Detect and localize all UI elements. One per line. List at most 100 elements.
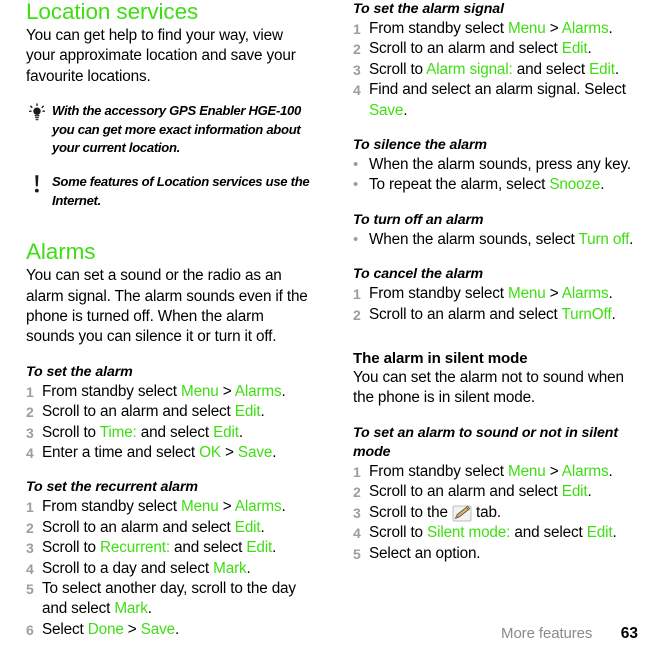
procedure-step: 2 Scroll to an alarm and select Edit. <box>26 518 315 538</box>
ui-term: Edit <box>234 518 261 536</box>
step-text: . <box>587 40 592 58</box>
procedure-steps: 1 From standby select Menu > Alarms. 2 Scro… <box>353 19 642 121</box>
step-text: Scroll to an alarm and select <box>369 483 562 501</box>
silent-mode-intro: You can set the alarm not to sound when … <box>353 369 624 407</box>
step-text: . <box>600 176 605 194</box>
procedure-step: 2 Scroll to an alarm and select Edit. <box>353 482 642 502</box>
step-number: 3 <box>26 424 34 441</box>
footer-chapter-name: More features <box>501 625 593 642</box>
step-text: From standby select <box>369 20 508 37</box>
step-number: 2 <box>353 484 361 501</box>
procedure-steps: 1 From standby select Menu > Alarms. 2 Scro… <box>353 284 642 325</box>
bullet-marker: • <box>353 230 359 248</box>
ui-term: Menu <box>180 382 219 400</box>
procedure-step: 2 Scroll to an alarm and select TurnOff. <box>353 305 642 325</box>
step-text: tab. <box>471 503 501 521</box>
ui-term: Edit <box>589 60 615 78</box>
ui-term: Edit <box>213 423 239 441</box>
step-number: 1 <box>353 21 361 37</box>
ui-term: Edit <box>246 539 273 557</box>
ui-term: Menu <box>507 20 546 37</box>
step-number: 1 <box>353 286 361 303</box>
bullet-marker: • <box>353 176 359 194</box>
footer-page-number: 63 <box>620 625 638 642</box>
ui-term: Menu <box>507 285 546 303</box>
step-text: From standby select <box>42 498 181 516</box>
procedure-steps: 1 From standby select Menu > Alarms. 2 Scro… <box>26 382 315 464</box>
ui-term: Edit <box>586 524 613 542</box>
step-text: and select <box>512 60 590 78</box>
step-number: 1 <box>26 499 34 516</box>
procedure-step: 1 From standby select Menu > Alarms. <box>353 19 642 39</box>
right-procedure-list: To set the alarm signal 1 From standby sel… <box>353 0 642 325</box>
ui-term: Alarm signal: <box>426 60 513 78</box>
ui-term: Save <box>369 101 404 119</box>
step-text: . <box>587 483 592 501</box>
step-text: . <box>272 444 277 462</box>
step-text: Scroll to <box>42 423 100 441</box>
step-number: 4 <box>26 560 34 577</box>
ui-term: Alarms <box>234 498 282 516</box>
step-text: Enter a time and select <box>42 444 200 462</box>
step-text: > <box>545 20 562 37</box>
bullet-marker: • <box>353 156 359 174</box>
ui-term: Alarms <box>561 285 609 303</box>
tip-note-gps-enabler: With the accessory GPS Enabler HGE-100 y… <box>26 102 315 158</box>
step-text: Find and select an alarm signal. Select <box>369 81 626 99</box>
procedure-steps: • When the alarm sounds, press any key. • T… <box>353 155 642 196</box>
procedure-step: 2 Scroll to an alarm and select Edit. <box>353 39 642 59</box>
step-number: 4 <box>26 445 34 462</box>
pencil-tab-icon <box>452 504 472 522</box>
procedure-step: 1 From standby select Menu > Alarms. <box>26 497 315 517</box>
ui-term: Snooze <box>549 176 601 194</box>
location-services-intro: You can get help to find your way, view … <box>26 27 296 85</box>
procedure-heading: To set an alarm to sound or not in silen… <box>353 424 618 460</box>
procedure-step: 5 Select an option. <box>353 544 642 564</box>
procedure-step: 5 To select another day, scroll to the da… <box>26 579 315 620</box>
step-number: 4 <box>353 525 361 542</box>
step-text: Scroll to an alarm and select <box>369 40 562 58</box>
procedure-step: 4 Scroll to a day and select Mark. <box>26 559 315 579</box>
warning-note-text: Some features of Location services use t… <box>52 174 310 208</box>
procedure-heading: To turn off an alarm <box>353 211 484 228</box>
step-text: From standby select <box>42 382 181 400</box>
two-column-layout: Location services You can get help to fi… <box>0 0 646 640</box>
step-number: 5 <box>26 581 34 598</box>
left-procedure-list: To set the alarm 1 From standby select Men… <box>26 363 315 640</box>
ui-term: Silent mode: <box>427 524 511 542</box>
procedure-step: 1 From standby select Menu > Alarms. <box>353 462 642 482</box>
ui-term: Turn off <box>578 230 630 248</box>
ui-term: Mark <box>213 559 247 577</box>
procedure-step: • When the alarm sounds, select Turn off. <box>353 230 642 250</box>
step-text: > <box>218 382 235 400</box>
procedure-steps: 1 From standby select Menu > Alarms. 2 Scro… <box>353 462 642 564</box>
ui-term: Mark <box>114 600 148 618</box>
step-text: . <box>260 518 265 536</box>
ui-term: OK <box>199 444 221 462</box>
lightbulb-tip-icon <box>26 103 48 125</box>
step-text: Scroll to an alarm and select <box>369 305 562 323</box>
step-number: 2 <box>353 306 361 323</box>
manual-page: Location services You can get help to fi… <box>0 0 646 650</box>
step-number: 3 <box>353 61 361 78</box>
left-column: Location services You can get help to fi… <box>0 0 323 640</box>
procedure-step: 1 From standby select Menu > Alarms. <box>26 382 315 402</box>
warning-note-internet: Some features of Location services use t… <box>26 173 315 210</box>
page-footer: More features 63 <box>0 625 646 643</box>
step-text: . <box>614 60 619 78</box>
step-text: Scroll to <box>369 60 427 78</box>
step-text: > <box>545 285 562 303</box>
silent-mode-procedure: To set an alarm to sound or not in silen… <box>353 424 642 564</box>
step-text: To repeat the alarm, select <box>369 176 550 194</box>
ui-term: Edit <box>561 40 588 58</box>
procedure-step: • When the alarm sounds, press any key. <box>353 155 642 175</box>
right-column: To set the alarm signal 1 From standby sel… <box>323 0 646 564</box>
ui-term: Time: <box>99 423 137 441</box>
subsection-heading-silent-mode: The alarm in silent mode <box>353 350 528 368</box>
section-title-alarms: Alarms <box>26 239 96 265</box>
step-text: To select another day, scroll to the day… <box>42 580 296 618</box>
